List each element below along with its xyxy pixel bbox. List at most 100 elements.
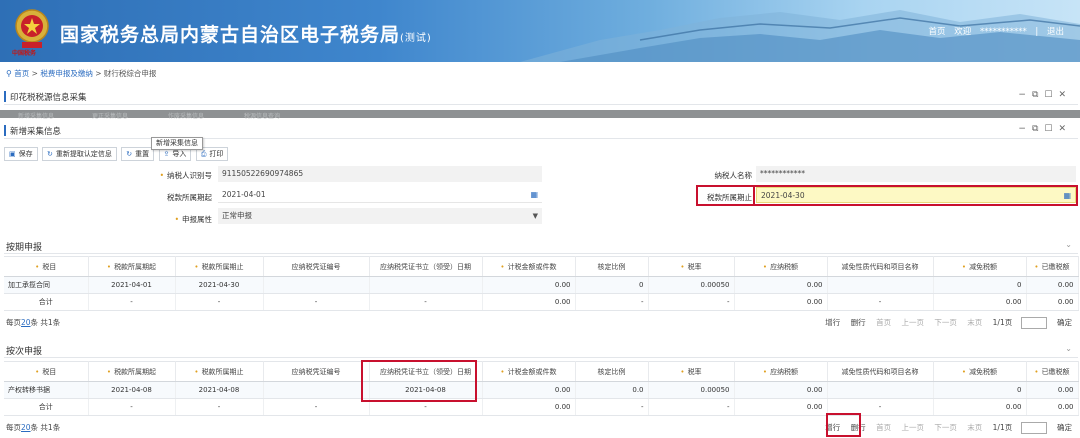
column-header-taxable-amount: • 计税金额或件数 xyxy=(482,256,576,277)
calendar-icon[interactable]: ▦ xyxy=(530,187,538,203)
table-row[interactable]: 产权转移书据 2021-04-08 2021-04-08 2021-04-08 0.00… xyxy=(4,381,1079,399)
per-page-select[interactable]: 20 xyxy=(21,423,31,432)
restore-icon[interactable]: ⧉ xyxy=(1032,90,1044,100)
logout-link[interactable]: 退出 xyxy=(1047,27,1064,37)
required-mark: • xyxy=(174,215,179,224)
table-total-row: 合计 - - - -0.00- -0.00-0.00 0.00 xyxy=(4,398,1079,416)
cell-exemption-amount: 0.00 xyxy=(933,398,1027,416)
cell-exemption-amount[interactable]: 0 xyxy=(933,276,1027,294)
cell-voucher-date: - xyxy=(369,293,483,311)
first-page-button[interactable]: 首页 xyxy=(876,423,891,432)
cell-exemption-code: - xyxy=(827,293,934,311)
prev-page-button[interactable]: 上一页 xyxy=(901,423,924,432)
system-title: 国家税务总局内蒙古自治区电子税务局(测试) xyxy=(60,20,432,47)
cell-voucher-number[interactable] xyxy=(263,381,370,399)
required-mark: • xyxy=(500,367,505,376)
taxpayer-id-label: • 纳税人识别号 xyxy=(102,170,212,181)
save-button[interactable]: ▣ 保存 xyxy=(4,147,38,161)
column-header-tax-rate: • 税率 xyxy=(648,256,735,277)
cell-taxable-amount: 0.00 xyxy=(482,398,576,416)
refresh-icon: ↻ xyxy=(47,150,53,158)
required-mark: • xyxy=(194,367,199,376)
cell-tax-rate[interactable]: 0.00050 xyxy=(648,276,735,294)
confirm-button[interactable]: 确定 xyxy=(1057,318,1072,327)
column-header-label: 已缴税额 xyxy=(1041,367,1070,376)
cell-paid-amount[interactable]: 0.00 xyxy=(1026,381,1079,399)
cell-taxable-amount[interactable]: 0.00 xyxy=(482,381,576,399)
cell-approved-ratio[interactable]: 0.0 xyxy=(575,381,649,399)
last-page-button[interactable]: 末页 xyxy=(967,318,982,327)
cell-tax-item[interactable]: 产权转移书据 xyxy=(4,381,89,399)
column-header-exemption-code: 减免性质代码和项目名称 xyxy=(827,256,934,277)
first-page-button[interactable]: 首页 xyxy=(876,318,891,327)
cell-period-start[interactable]: 2021-04-08 xyxy=(88,381,176,399)
add-row-button[interactable]: 增行 xyxy=(825,318,840,327)
title-accent-bar xyxy=(4,91,6,102)
column-header-taxable-amount: • 计税金额或件数 xyxy=(482,361,576,382)
cell-tax-item[interactable]: 加工承揽合同 xyxy=(4,276,89,294)
maximize-icon[interactable]: ☐ xyxy=(1044,124,1058,134)
cell-taxable-amount: 0.00 xyxy=(482,293,576,311)
taxpayer-name-label-text: 纳税人名称 xyxy=(714,171,753,180)
cell-voucher-number[interactable] xyxy=(263,276,370,294)
maximize-icon[interactable]: ☐ xyxy=(1044,90,1058,100)
required-mark: • xyxy=(500,262,505,271)
cell-paid-amount[interactable]: 0.00 xyxy=(1026,276,1079,294)
chevron-down-icon[interactable]: ⌄ xyxy=(1065,240,1072,249)
cell-exemption-amount[interactable]: 0 xyxy=(933,381,1027,399)
cell-voucher-date[interactable] xyxy=(369,276,483,294)
column-header-label: 应纳税凭证编号 xyxy=(291,262,341,271)
per-page-select[interactable]: 20 xyxy=(21,318,31,327)
column-header-paid-amount: • 已缴税额 xyxy=(1026,361,1079,382)
column-header-label: 税率 xyxy=(687,262,702,271)
page-number-input[interactable] xyxy=(1020,317,1047,329)
modal-overlay-band: 新增采集信息 更正采集信息 作废采集信息 税源信息查询 xyxy=(0,110,1080,120)
restore-icon[interactable]: ⧉ xyxy=(1032,124,1044,134)
cell-approved-ratio: - xyxy=(575,293,649,311)
page-number-input[interactable] xyxy=(1020,422,1047,434)
reset-button[interactable]: ↻ 重置 xyxy=(121,147,155,161)
table-row[interactable]: 加工承揽合同 2021-04-01 2021-04-30 0.00 0 0.00050 0.… xyxy=(4,276,1079,294)
declare-attr-select[interactable]: 正常申报 ▼ xyxy=(218,208,542,224)
cell-tax-payable[interactable]: 0.00 xyxy=(734,381,828,399)
cell-voucher-number: - xyxy=(263,398,370,416)
breadcrumb-tax-declaration[interactable]: 税费申报及缴纳 xyxy=(40,69,93,78)
reset-label: 重置 xyxy=(135,150,150,158)
page-size-info: 每页20条 共1条 xyxy=(6,317,60,328)
cell-tax-payable[interactable]: 0.00 xyxy=(734,276,828,294)
refetch-button[interactable]: ↻ 重新提取认定信息 xyxy=(42,147,117,161)
next-page-button[interactable]: 下一页 xyxy=(934,423,957,432)
cell-exemption-code[interactable] xyxy=(827,276,934,294)
next-page-button[interactable]: 下一页 xyxy=(934,318,957,327)
cell-period-start[interactable]: 2021-04-01 xyxy=(88,276,176,294)
breadcrumb-home[interactable]: 首页 xyxy=(14,69,29,78)
cell-taxable-amount[interactable]: 0.00 xyxy=(482,276,576,294)
cell-period-end: - xyxy=(175,398,264,416)
ghost-button: 作废采集信息 xyxy=(168,113,205,120)
required-mark: • xyxy=(1034,367,1039,376)
close-icon[interactable]: ✕ xyxy=(1058,124,1072,134)
record-count: 条 共1条 xyxy=(30,423,61,432)
column-header-label: 税款所属期止 xyxy=(201,262,244,271)
column-header-paid-amount: • 已缴税额 xyxy=(1026,256,1079,277)
chevron-down-icon[interactable]: ⌄ xyxy=(1065,344,1072,353)
cell-period-end[interactable]: 2021-04-30 xyxy=(175,276,264,294)
minimize-icon[interactable]: − xyxy=(1018,124,1032,134)
required-mark: • xyxy=(762,262,768,271)
period-start-input[interactable]: 2021-04-01 ▦ xyxy=(218,187,542,203)
cell-approved-ratio[interactable]: 0 xyxy=(575,276,649,294)
home-link[interactable]: 首页 xyxy=(929,27,946,37)
reset-icon: ↻ xyxy=(126,150,133,158)
last-page-button[interactable]: 末页 xyxy=(967,423,982,432)
delete-row-button[interactable]: 删行 xyxy=(851,318,866,327)
cell-tax-item: 合计 xyxy=(4,293,89,311)
close-icon[interactable]: ✕ xyxy=(1058,90,1072,100)
column-header-label: 核定比例 xyxy=(597,367,626,376)
column-header-exemption-code: 减免性质代码和项目名称 xyxy=(827,361,934,382)
cell-exemption-code[interactable] xyxy=(827,381,934,399)
cell-tax-rate[interactable]: 0.00050 xyxy=(648,381,735,399)
minimize-icon[interactable]: − xyxy=(1018,90,1032,100)
prev-page-button[interactable]: 上一页 xyxy=(901,318,924,327)
cell-period-end[interactable]: 2021-04-08 xyxy=(175,381,264,399)
confirm-button[interactable]: 确定 xyxy=(1057,423,1072,432)
